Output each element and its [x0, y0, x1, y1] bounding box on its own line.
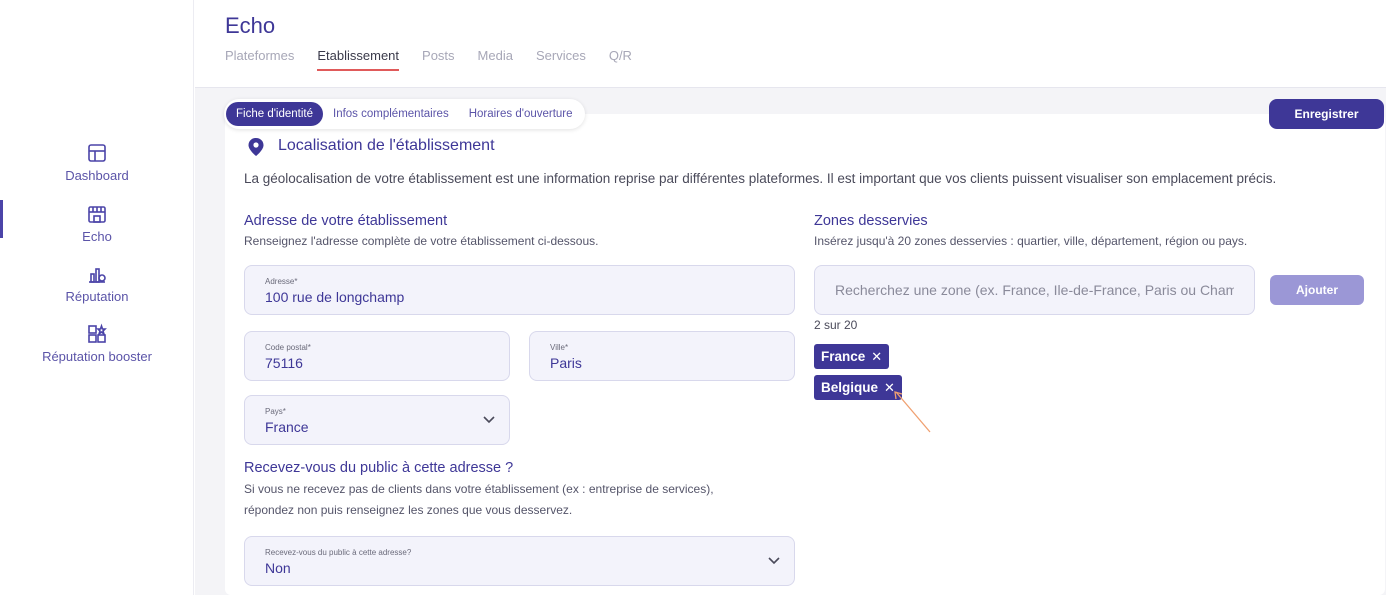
country-label: Pays*: [265, 407, 286, 416]
reputation-booster-icon: [88, 323, 107, 343]
save-button[interactable]: Enregistrer: [1269, 99, 1384, 129]
page-title: Echo: [225, 13, 276, 38]
public-select[interactable]: Recevez-vous du public à cette adresse? …: [244, 536, 795, 586]
zone-chip-label: Belgique: [821, 380, 879, 395]
tab-plateformes[interactable]: Plateformes: [225, 48, 294, 71]
address-heading: Adresse de votre établissement: [244, 213, 448, 229]
store-icon: [88, 206, 106, 223]
country-select[interactable]: Pays* France: [244, 395, 510, 445]
address-field-value: 100 rue de longchamp: [265, 289, 405, 305]
zones-hint: Insérez jusqu'à 20 zones desservies : qu…: [814, 234, 1248, 248]
public-hint-line1: Si vous ne recevez pas de clients dans v…: [244, 482, 714, 496]
city-field[interactable]: Ville* Paris: [529, 331, 795, 381]
sidebar-item-echo[interactable]: Echo: [0, 203, 194, 244]
sidebar-item-reputation[interactable]: Réputation: [0, 263, 194, 304]
zone-chip: Belgique ✕: [814, 375, 902, 400]
sidebar-item-label: Echo: [82, 229, 112, 244]
zone-search-field[interactable]: [814, 265, 1255, 315]
annotation-arrow: [894, 391, 931, 433]
header: Echo Plateformes Etablissement Posts Med…: [195, 0, 1386, 88]
zones-heading: Zones desservies: [814, 213, 928, 229]
tab-etablissement[interactable]: Etablissement: [317, 48, 400, 71]
sub-tabs: Fiche d'identité Infos complémentaires H…: [224, 99, 585, 129]
sidebar-item-label: Dashboard: [65, 168, 129, 183]
sidebar: Dashboard Echo Réputation Réputation boo…: [0, 0, 194, 595]
postal-code-field[interactable]: Code postal* 75116: [244, 331, 510, 381]
city-value: Paris: [550, 355, 582, 371]
sidebar-item-label: Réputation: [65, 289, 129, 304]
remove-icon[interactable]: ✕: [871, 349, 882, 365]
country-value: France: [265, 419, 309, 435]
public-hint-line2: répondez non puis renseignez les zones q…: [244, 503, 573, 517]
reputation-icon: [89, 268, 106, 283]
zone-count: 2 sur 20: [814, 318, 858, 332]
sidebar-item-label: Réputation booster: [42, 349, 152, 364]
sidebar-item-dashboard[interactable]: Dashboard: [0, 142, 194, 183]
subtab-fiche-identite[interactable]: Fiche d'identité: [226, 102, 323, 126]
subtab-infos-complementaires[interactable]: Infos complémentaires: [323, 102, 459, 126]
address-hint: Renseignez l'adresse complète de votre é…: [244, 234, 599, 248]
tab-qr[interactable]: Q/R: [609, 48, 632, 71]
add-zone-button[interactable]: Ajouter: [1270, 275, 1364, 305]
section-title: Localisation de l'établissement: [278, 137, 495, 154]
tab-services[interactable]: Services: [536, 48, 586, 71]
chevron-down-icon: [483, 416, 495, 424]
zone-chip: France ✕: [814, 344, 890, 369]
tab-media[interactable]: Media: [478, 48, 513, 71]
city-label: Ville*: [550, 343, 569, 352]
top-tabs: Plateformes Etablissement Posts Media Se…: [225, 48, 655, 71]
dashboard-icon: [88, 144, 106, 162]
chevron-down-icon: [768, 557, 780, 565]
postal-code-value: 75116: [265, 355, 303, 371]
public-select-value: Non: [265, 560, 291, 576]
zone-chip-label: France: [821, 349, 866, 364]
subtab-horaires[interactable]: Horaires d'ouverture: [459, 102, 583, 126]
tab-posts[interactable]: Posts: [422, 48, 455, 71]
sidebar-item-reputation-booster[interactable]: Réputation booster: [0, 323, 194, 364]
address-field[interactable]: Adresse* 100 rue de longchamp: [244, 265, 795, 315]
public-heading: Recevez-vous du public à cette adresse ?: [244, 460, 514, 476]
public-select-label: Recevez-vous du public à cette adresse?: [265, 548, 412, 557]
section-description: La géolocalisation de votre établissemen…: [244, 171, 1277, 186]
postal-code-label: Code postal*: [265, 343, 311, 352]
location-pin-icon: [248, 138, 264, 156]
address-field-label: Adresse*: [265, 277, 298, 286]
zone-search-input[interactable]: [815, 266, 1254, 314]
